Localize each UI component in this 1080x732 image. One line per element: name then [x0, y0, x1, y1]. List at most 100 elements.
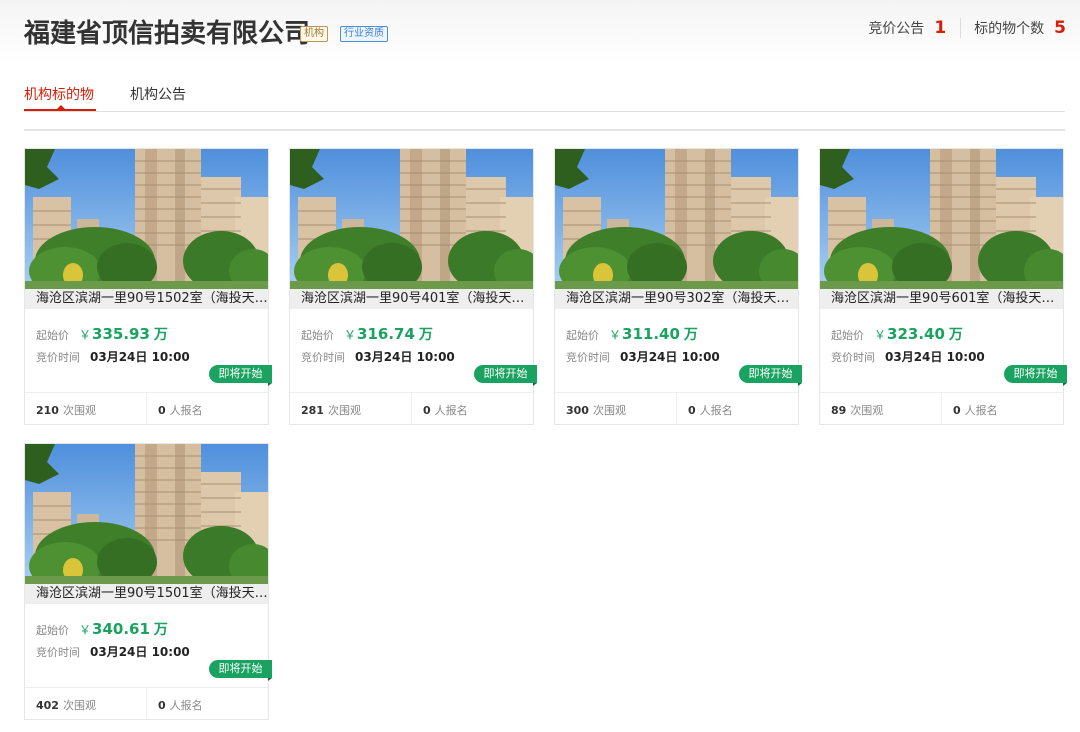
bid-time-label: 竞价时间 [36, 646, 80, 659]
start-price-label: 起始价 [831, 329, 864, 342]
signup-label: 人报名 [964, 404, 998, 417]
item-photo[interactable] [25, 149, 268, 289]
currency-symbol: ￥ [609, 328, 622, 342]
tab-org-items-label: 机构标的物 [24, 87, 94, 103]
currency-symbol: ￥ [344, 328, 357, 342]
currency-symbol: ￥ [79, 623, 92, 637]
bid-time-label: 竞价时间 [36, 351, 80, 364]
item-photo[interactable] [290, 149, 533, 289]
signup-count-cell: 0 人报名 [941, 393, 1062, 424]
org-tag: 机构 [300, 26, 328, 42]
signup-label: 人报名 [169, 699, 203, 712]
views-count-cell: 281 次围观 [290, 393, 411, 424]
stats-divider [960, 18, 962, 38]
start-price-value: 335.93 [92, 325, 150, 343]
bid-time-row: 竞价时间 03月24日 10:00 [301, 348, 455, 364]
status-badge-fold [533, 383, 537, 386]
page-header: 福建省顶信拍卖有限公司 机构 行业资质 竞价公告 1 标的物个数 5 [0, 0, 1080, 64]
status-badge-fold [1063, 383, 1067, 386]
signup-count-cell: 0 人报名 [146, 688, 267, 719]
item-title[interactable]: 海沧区滨湖一里90号1502室（海投天… [25, 289, 268, 309]
item-photo[interactable] [25, 444, 268, 584]
status-badge: 即将开始 [1004, 365, 1067, 383]
item-card[interactable]: 海沧区滨湖一里90号1502室（海投天… 起始价 ￥ 335.93 万 竞价时间… [24, 148, 272, 425]
item-photo[interactable] [555, 149, 798, 289]
item-title[interactable]: 海沧区滨湖一里90号601室（海投天源… [820, 289, 1063, 309]
views-count: 89 [831, 404, 847, 417]
tab-org-announcements-label: 机构公告 [130, 87, 186, 103]
views-count: 300 [566, 404, 589, 417]
item-title[interactable]: 海沧区滨湖一里90号1501室（海投天… [25, 584, 268, 604]
start-price-row: 起始价 ￥ 340.61 万 [36, 619, 168, 639]
item-card[interactable]: 海沧区滨湖一里90号401室（海投天源… 起始价 ￥ 316.74 万 竞价时间… [289, 148, 537, 425]
price-unit: 万 [683, 327, 698, 343]
signup-count: 0 [158, 404, 166, 417]
active-tab-underline [24, 109, 96, 111]
start-price-value: 340.61 [92, 620, 150, 638]
item-title[interactable]: 海沧区滨湖一里90号302室（海投天源… [555, 289, 798, 309]
price-unit: 万 [153, 622, 168, 638]
price-unit: 万 [153, 327, 168, 343]
views-label: 次围观 [62, 699, 96, 712]
item-footer: 89 次围观 0 人报名 [820, 392, 1063, 424]
start-price-label: 起始价 [301, 329, 334, 342]
tab-bar: 机构标的物 机构公告 [24, 84, 1065, 112]
views-label: 次围观 [850, 404, 884, 417]
section-divider [24, 129, 1065, 131]
signup-count-cell: 0 人报名 [411, 393, 532, 424]
bid-time-row: 竞价时间 03月24日 10:00 [566, 348, 720, 364]
signup-count: 0 [953, 404, 961, 417]
start-price-value: 323.40 [887, 325, 945, 343]
views-count: 210 [36, 404, 59, 417]
signup-label: 人报名 [434, 404, 468, 417]
signup-label: 人报名 [169, 404, 203, 417]
start-price-label: 起始价 [36, 624, 69, 637]
price-unit: 万 [418, 327, 433, 343]
item-card[interactable]: 海沧区滨湖一里90号601室（海投天源… 起始价 ￥ 323.40 万 竞价时间… [819, 148, 1067, 425]
item-count-value: 5 [1054, 18, 1066, 38]
bid-time-value: 03月24日 10:00 [885, 350, 985, 364]
bid-time-label: 竞价时间 [301, 351, 345, 364]
item-footer: 281 次围观 0 人报名 [290, 392, 533, 424]
qualification-tag[interactable]: 行业资质 [340, 26, 388, 42]
views-count-cell: 402 次围观 [25, 688, 146, 719]
item-photo[interactable] [820, 149, 1063, 289]
building-photo-image [820, 149, 1063, 289]
building-photo-image [25, 444, 268, 584]
item-count-label: 标的物个数 [974, 21, 1045, 37]
views-label: 次围观 [592, 404, 626, 417]
building-photo-image [555, 149, 798, 289]
start-price-row: 起始价 ￥ 335.93 万 [36, 324, 168, 344]
currency-symbol: ￥ [79, 328, 92, 342]
views-count-cell: 300 次围观 [555, 393, 676, 424]
active-tab-caret-icon [57, 105, 65, 109]
start-price-row: 起始价 ￥ 311.40 万 [566, 324, 698, 344]
item-card[interactable]: 海沧区滨湖一里90号1501室（海投天… 起始价 ￥ 340.61 万 竞价时间… [24, 443, 272, 720]
tab-org-announcements[interactable]: 机构公告 [130, 84, 186, 104]
bid-time-value: 03月24日 10:00 [355, 350, 455, 364]
bid-announcement-label: 竞价公告 [868, 21, 925, 37]
signup-label: 人报名 [699, 404, 733, 417]
views-count: 281 [301, 404, 324, 417]
start-price-label: 起始价 [36, 329, 69, 342]
building-photo-image [290, 149, 533, 289]
start-price-label: 起始价 [566, 329, 599, 342]
bid-announcement-count: 1 [934, 18, 947, 38]
start-price-value: 311.40 [622, 325, 680, 343]
item-card[interactable]: 海沧区滨湖一里90号302室（海投天源… 起始价 ￥ 311.40 万 竞价时间… [554, 148, 802, 425]
stats-bar: 竞价公告 1 标的物个数 5 [868, 16, 1066, 40]
company-name: 福建省顶信拍卖有限公司 [24, 19, 311, 49]
views-count-cell: 210 次围观 [25, 393, 146, 424]
start-price-row: 起始价 ￥ 323.40 万 [831, 324, 963, 344]
status-badge-fold [798, 383, 802, 386]
signup-count-cell: 0 人报名 [146, 393, 267, 424]
price-unit: 万 [948, 327, 963, 343]
bid-time-row: 竞价时间 03月24日 10:00 [36, 643, 190, 659]
item-footer: 210 次围观 0 人报名 [25, 392, 268, 424]
views-label: 次围观 [327, 404, 361, 417]
status-badge-fold [268, 383, 272, 386]
bid-time-value: 03月24日 10:00 [90, 645, 190, 659]
item-title[interactable]: 海沧区滨湖一里90号401室（海投天源… [290, 289, 533, 309]
tab-org-items[interactable]: 机构标的物 [24, 84, 96, 111]
status-badge: 即将开始 [209, 365, 272, 383]
